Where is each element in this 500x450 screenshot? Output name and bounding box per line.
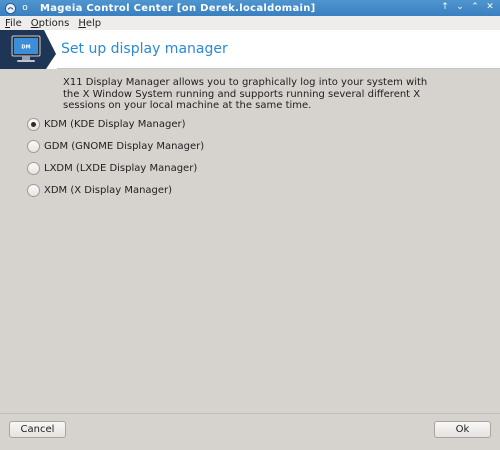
option-xdm[interactable]: XDM (X Display Manager) xyxy=(27,179,204,201)
menu-file-label: ile xyxy=(10,17,22,29)
radio-lxdm[interactable] xyxy=(27,161,40,175)
menu-options-mnemonic: O xyxy=(30,17,39,29)
radio-gdm[interactable] xyxy=(27,139,40,153)
button-separator xyxy=(0,413,500,414)
option-gdm[interactable]: GDM (GNOME Display Manager) xyxy=(27,135,204,157)
window-titlebar[interactable]: o Mageia Control Center [on Derek.locald… xyxy=(0,0,500,16)
page-title: Set up display manager xyxy=(61,41,228,57)
description-text: X11 Display Manager allows you to graphi… xyxy=(63,77,428,111)
menu-file[interactable]: File xyxy=(5,18,22,29)
minimize-icon[interactable]: ⌄ xyxy=(454,1,466,14)
app-icon[interactable] xyxy=(4,2,16,14)
option-kdm[interactable]: KDM (KDE Display Manager) xyxy=(27,113,204,135)
maximize-icon[interactable]: ⌃ xyxy=(469,1,481,14)
radio-kdm[interactable] xyxy=(27,117,40,131)
option-gdm-label: GDM (GNOME Display Manager) xyxy=(44,140,205,152)
window-controls: ↑ ⌄ ⌃ ✕ xyxy=(439,1,496,14)
menu-help[interactable]: Help xyxy=(78,18,101,29)
option-lxdm[interactable]: LXDM (LXDE Display Manager) xyxy=(27,157,204,179)
display-manager-options: KDM (KDE Display Manager) GDM (GNOME Dis… xyxy=(27,113,204,201)
window-title: Mageia Control Center [on Derek.localdom… xyxy=(40,2,316,14)
menu-help-label: elp xyxy=(85,17,102,29)
pin-icon[interactable]: o xyxy=(20,2,30,14)
option-kdm-label: KDM (KDE Display Manager) xyxy=(44,118,186,130)
display-manager-icon-label: DM xyxy=(21,45,30,51)
menubar: File Options Help xyxy=(0,16,500,30)
option-xdm-label: XDM (X Display Manager) xyxy=(44,184,173,196)
header-banner: DM Set up display manager xyxy=(0,30,500,69)
ok-button[interactable]: Ok xyxy=(434,421,491,438)
menu-options-label: ptions xyxy=(38,17,70,29)
keep-above-icon[interactable]: ↑ xyxy=(439,1,451,14)
display-manager-icon: DM xyxy=(11,30,57,69)
menu-options[interactable]: Options xyxy=(31,18,70,29)
close-icon[interactable]: ✕ xyxy=(484,1,496,14)
cancel-button[interactable]: Cancel xyxy=(9,421,66,438)
radio-xdm[interactable] xyxy=(27,183,40,197)
menu-help-mnemonic: H xyxy=(78,17,86,29)
option-lxdm-label: LXDM (LXDE Display Manager) xyxy=(44,162,198,174)
